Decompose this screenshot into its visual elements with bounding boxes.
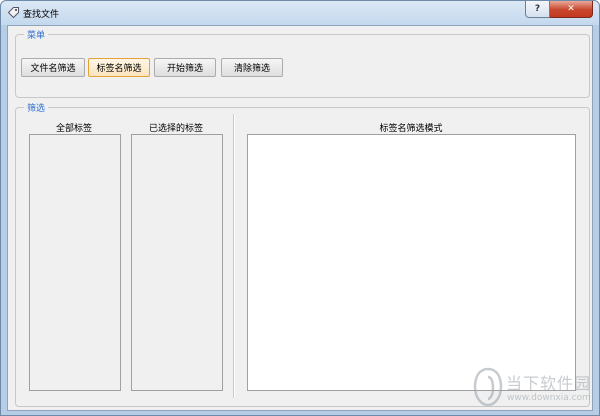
pattern-label: 标签名筛选模式: [379, 124, 443, 134]
client-area: 菜单 文件名筛选 标签名筛选 开始筛选 清除筛选 筛选 全部标签 已选择的标签 …: [7, 25, 593, 411]
app-window: 查找文件 ? ✕ 菜单 文件名筛选 标签名筛选 开始筛选 清除筛选 筛选 全部标…: [0, 0, 600, 416]
watermark: 当下软件园 www.downxia.com: [473, 367, 593, 411]
filter-group-legend: 筛选: [24, 101, 49, 114]
pattern-input[interactable]: [247, 134, 576, 391]
filename-filter-button[interactable]: 文件名筛选: [21, 58, 85, 77]
watermark-name: 当下软件园: [506, 374, 592, 393]
title-bar[interactable]: 查找文件 ? ✕: [1, 1, 599, 25]
downxia-logo-icon: [473, 367, 503, 407]
help-button[interactable]: ?: [525, 1, 550, 18]
selected-tags-label: 已选择的标签: [148, 124, 203, 134]
clear-filter-button[interactable]: 清除筛选: [221, 58, 283, 77]
all-tags-label: 全部标签: [55, 124, 92, 134]
window-controls: ? ✕: [525, 1, 593, 18]
filter-group: 筛选 全部标签 已选择的标签 标签名筛选模式: [15, 101, 590, 407]
menu-group-legend: 菜单: [24, 28, 49, 41]
watermark-url: www.downxia.com: [507, 393, 591, 403]
close-button[interactable]: ✕: [550, 1, 593, 18]
window-title: 查找文件: [23, 10, 60, 20]
tagname-filter-button[interactable]: 标签名筛选: [88, 58, 150, 77]
column-divider: [233, 114, 235, 398]
all-tags-list[interactable]: [29, 134, 121, 391]
tag-icon: [7, 7, 19, 19]
menu-group: 菜单 文件名筛选 标签名筛选 开始筛选 清除筛选: [15, 28, 590, 98]
selected-tags-list[interactable]: [131, 134, 223, 391]
start-filter-button[interactable]: 开始筛选: [154, 58, 216, 77]
